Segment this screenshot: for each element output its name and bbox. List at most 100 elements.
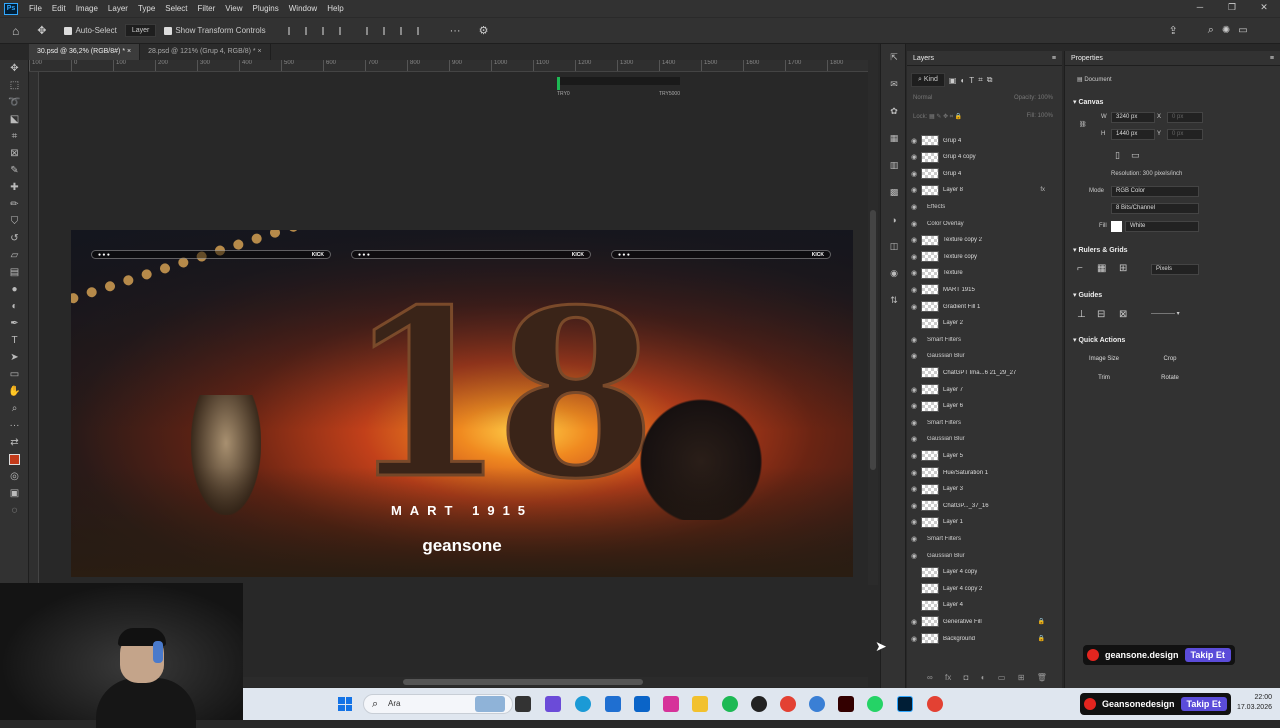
visibility-eye-icon[interactable]: ◉ [907, 452, 921, 460]
tab-document-28[interactable]: 28.psd @ 121% (Grup 4, RGB/8) * × [140, 44, 271, 60]
close-icon[interactable]: × [258, 48, 262, 55]
fill-swatch[interactable] [1111, 221, 1122, 232]
new-layer-icon[interactable]: ⊞ [1018, 673, 1025, 682]
menu-image[interactable]: Image [71, 4, 103, 13]
units-select[interactable]: Pixels [1151, 264, 1199, 275]
layer-row[interactable]: ◉ Layer 3 [907, 481, 1055, 498]
visibility-eye-icon[interactable]: ◉ [907, 286, 921, 294]
history-icon[interactable]: ⇱ [881, 44, 907, 71]
menu-window[interactable]: Window [284, 4, 322, 13]
swatches-icon[interactable]: ▦ [881, 125, 907, 152]
visibility-eye-icon[interactable]: ◉ [907, 220, 921, 228]
show-transform-checkbox[interactable]: Show Transform Controls [164, 26, 266, 35]
link-dimensions-icon[interactable]: ⛓ [1079, 121, 1087, 128]
visibility-eye-icon[interactable]: ◉ [907, 552, 921, 560]
photoshop-taskbar-icon[interactable] [897, 696, 913, 712]
distribute-right-icon[interactable] [399, 26, 411, 35]
menu-select[interactable]: Select [160, 4, 192, 13]
y-field[interactable]: 0 px [1167, 129, 1203, 140]
horizontal-scrollbar[interactable] [243, 677, 868, 687]
shape-tool-icon[interactable]: ▭ [0, 366, 29, 383]
align-left-icon[interactable] [287, 26, 299, 35]
visibility-eye-icon[interactable]: ◉ [907, 203, 921, 211]
rulers-grids-section[interactable]: ▾ Rulers & Grids [1073, 246, 1127, 254]
layer-row[interactable]: ◉ Grup 4 copy [907, 149, 1055, 166]
distribute-left-icon[interactable] [365, 26, 377, 35]
visibility-eye-icon[interactable]: ◉ [907, 386, 921, 394]
link-layers-icon[interactable]: ∞ [927, 673, 933, 682]
crop-button[interactable]: Crop [1141, 353, 1199, 365]
whatsapp-icon[interactable] [867, 696, 883, 712]
windows-start-icon[interactable] [338, 697, 352, 711]
gradient-tool-icon[interactable]: ▤ [0, 264, 29, 281]
zoom-tool-icon[interactable]: ⌕ [0, 400, 29, 417]
crop-tool-icon[interactable]: ⌗ [0, 128, 29, 145]
type-tool-icon[interactable]: T [0, 332, 29, 349]
fill-select[interactable]: White [1125, 221, 1199, 232]
canvas-section[interactable]: ▾ Canvas [1073, 98, 1103, 106]
close-icon[interactable]: ✕ [1248, 0, 1280, 17]
screen-mode-icon[interactable]: ▣ [0, 485, 29, 502]
layer-row[interactable]: ◉ Background 🔒 [907, 630, 1055, 647]
store-icon[interactable] [605, 696, 621, 712]
opacity-field[interactable]: 100% [1038, 95, 1053, 101]
actions-icon[interactable]: ⇅ [881, 287, 907, 314]
more-tools-icon[interactable]: ··· [0, 417, 29, 434]
height-field[interactable]: 1440 px [1111, 129, 1155, 140]
bits-select[interactable]: 8 Bits/Channel [1111, 203, 1199, 214]
visibility-eye-icon[interactable]: ◉ [907, 618, 921, 626]
filter-smart-icon[interactable]: ⧉ [987, 75, 993, 85]
pen-tool-icon[interactable]: ✒ [0, 315, 29, 332]
follow-button[interactable]: Takip Et [1184, 648, 1231, 662]
layer-effect-row[interactable]: ◉ Smart Filters [907, 331, 1055, 348]
artwork-image[interactable]: 18 ● ● ● KICK ● ● ● KICK ● ● ● KICK MART 19… [71, 230, 853, 577]
clear-guides-icon[interactable]: ⊠ [1119, 309, 1127, 320]
layer-effect-row[interactable]: ◉ Gaussian Blur [907, 348, 1055, 365]
layer-row[interactable]: ◉ Layer 1 [907, 514, 1055, 531]
visibility-eye-icon[interactable]: ◉ [907, 186, 921, 194]
trim-button[interactable]: Trim [1075, 372, 1133, 384]
visibility-eye-icon[interactable]: ◉ [907, 236, 921, 244]
width-field[interactable]: 3240 px [1111, 112, 1155, 123]
chrome-icon[interactable] [780, 696, 796, 712]
visibility-eye-icon[interactable]: ◉ [907, 269, 921, 277]
filter-type-icon[interactable]: T [969, 76, 974, 85]
new-guide-icon[interactable]: ⊟ [1097, 309, 1105, 320]
trash-icon[interactable]: 🗑 [1037, 673, 1047, 682]
align-top-icon[interactable] [338, 26, 350, 35]
visibility-eye-icon[interactable]: ◉ [907, 485, 921, 493]
layer-row[interactable]: ◉ Texture copy [907, 248, 1055, 265]
move-tool-icon[interactable]: ✥ [37, 24, 46, 37]
visibility-eye-icon[interactable]: ◉ [907, 469, 921, 477]
layer-row[interactable]: ChatGPT Ima...6 21_29_27 [907, 364, 1055, 381]
auto-select-target-select[interactable]: Layer [124, 24, 157, 37]
layer-row[interactable]: Layer 2 [907, 315, 1055, 332]
visibility-eye-icon[interactable]: ◉ [907, 635, 921, 643]
chrome-profile-icon[interactable] [809, 696, 825, 712]
orientation-portrait-icon[interactable]: ▯ [1115, 150, 1120, 161]
visibility-eye-icon[interactable]: ◉ [907, 518, 921, 526]
layer-row[interactable]: ◉ MART 1915 [907, 281, 1055, 298]
generate-icon[interactable]: ✿ [881, 98, 907, 125]
lock-icons[interactable]: ▦ ✎ ✥ ⌗ 🔒 [929, 114, 962, 120]
instagram-icon[interactable] [663, 696, 679, 712]
gear-icon[interactable]: ⚙ [479, 24, 489, 37]
layer-effect-row[interactable]: ◉ Effects [907, 198, 1055, 215]
menu-type[interactable]: Type [133, 4, 160, 13]
scroll-thumb[interactable] [403, 679, 643, 685]
hand-tool-icon[interactable]: ✋ [0, 383, 29, 400]
x-field[interactable]: 0 px [1167, 112, 1203, 123]
home-icon[interactable]: ⌂ [12, 24, 19, 38]
eyedropper-tool-icon[interactable]: ✎ [0, 162, 29, 179]
comments-icon[interactable]: ✉ [881, 71, 907, 98]
path-select-tool-icon[interactable]: ➤ [0, 349, 29, 366]
align-center-icon[interactable] [304, 26, 316, 35]
workspace-icon[interactable]: ▭ [1238, 25, 1247, 36]
mode-select[interactable]: RGB Color [1111, 186, 1199, 197]
menu-plugins[interactable]: Plugins [248, 4, 284, 13]
adjustments-icon[interactable]: ◑ [881, 206, 907, 233]
copilot-icon[interactable] [545, 696, 561, 712]
group-icon[interactable]: ▭ [998, 673, 1006, 682]
outlook-icon[interactable] [634, 696, 650, 712]
layer-row[interactable]: ◉ Grup 4 [907, 165, 1055, 182]
